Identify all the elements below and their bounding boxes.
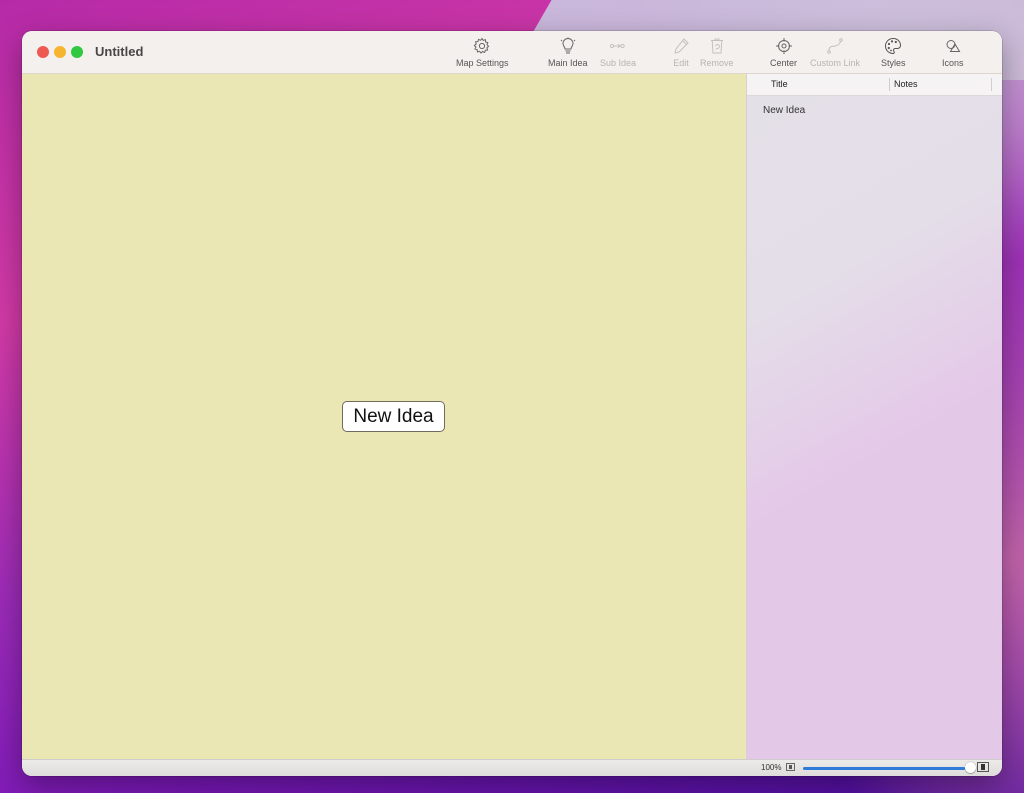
zoom-window-button[interactable] [71,46,83,58]
icons-label: Icons [942,58,964,68]
main-idea-button[interactable]: Main Idea [548,37,588,71]
sub-idea-label: Sub Idea [600,58,637,68]
mind-map-canvas[interactable]: New Idea [22,74,746,759]
crosshair-icon [775,38,792,54]
outline-header: Title Notes [747,74,1002,96]
zoom-slider-thumb[interactable] [965,762,976,773]
sub-idea-button[interactable]: Sub Idea [600,37,636,71]
lightbulb-icon [560,37,576,54]
custom-link-button[interactable]: Custom Link [810,37,860,71]
edit-button[interactable]: Edit [672,37,690,71]
remove-button[interactable]: Remove [700,37,734,71]
shapes-icon [946,40,961,52]
map-settings-button[interactable]: Map Settings [456,37,509,71]
column-header-notes[interactable]: Notes [894,79,918,89]
outline-row[interactable]: New Idea [747,103,1002,119]
titlebar: Untitled Map Settings Main Idea Sub Idea… [22,31,1002,74]
gear-icon [473,37,490,54]
map-settings-label: Map Settings [456,58,509,68]
main-idea-label: Main Idea [548,58,588,68]
zoom-level-label: 100% [761,763,782,772]
status-bar: 100% [22,759,1002,776]
icons-button[interactable]: Icons [942,37,964,71]
pencil-icon [674,38,689,54]
outline-sidebar: Title Notes New Idea [746,74,1002,759]
zoom-in-icon[interactable] [977,762,989,772]
trash-icon [710,38,723,54]
app-window: Untitled Map Settings Main Idea Sub Idea… [22,31,1002,776]
edit-label: Edit [673,58,689,68]
zoom-slider[interactable] [803,767,965,770]
remove-label: Remove [700,58,734,68]
custom-link-label: Custom Link [810,58,861,68]
node-link-icon [609,43,625,49]
center-button[interactable]: Center [770,37,797,71]
window-title: Untitled [95,44,144,59]
palette-icon [885,38,902,55]
styles-label: Styles [881,58,906,68]
curve-link-icon [827,38,843,54]
column-divider[interactable] [889,78,890,91]
styles-button[interactable]: Styles [881,37,906,71]
zoom-out-icon[interactable] [786,763,795,771]
mind-map-node[interactable]: New Idea [342,401,445,432]
column-divider[interactable] [991,78,992,91]
close-window-button[interactable] [37,46,49,58]
minimize-window-button[interactable] [54,46,66,58]
center-label: Center [770,58,798,68]
outline-row-title: New Idea [763,105,806,116]
column-header-title[interactable]: Title [771,79,788,89]
